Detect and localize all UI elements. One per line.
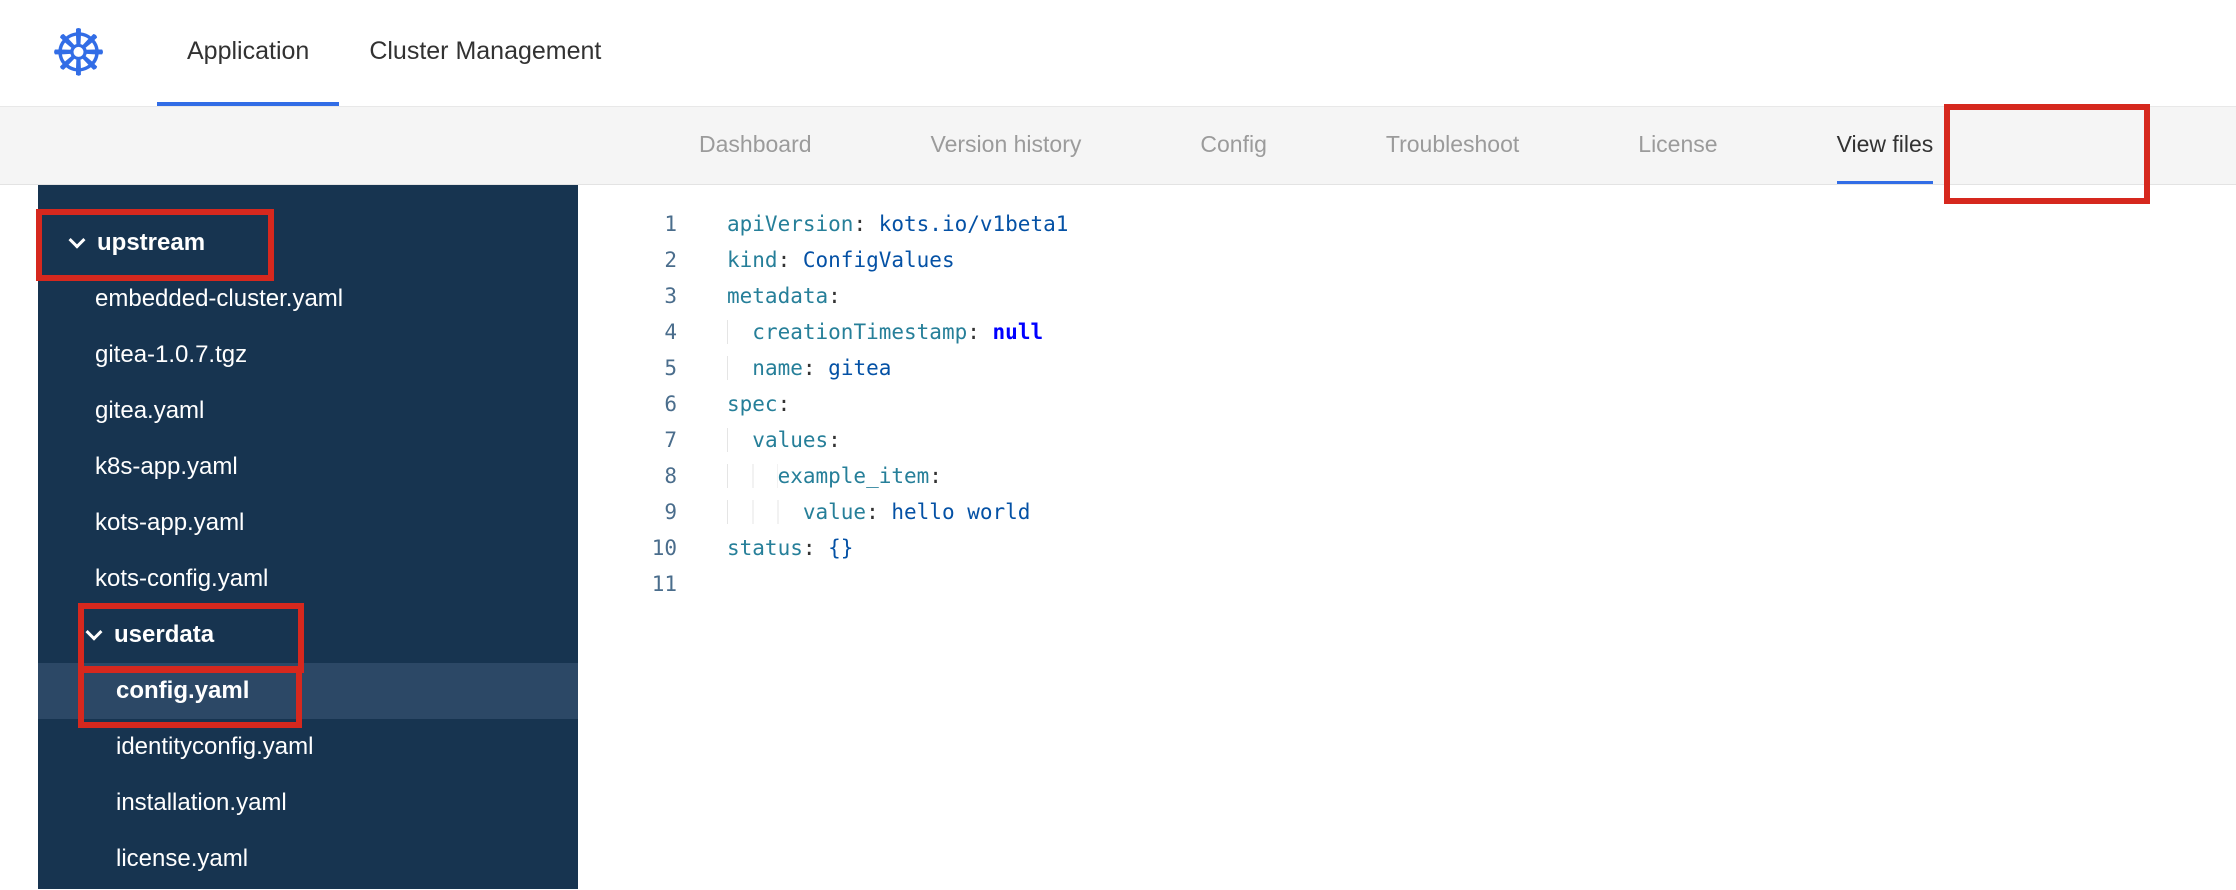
subnav-item-config[interactable]: Config <box>1200 107 1266 184</box>
code-line-1[interactable]: apiVersion: kots.io/v1beta1 <box>727 206 2236 242</box>
tree-item-gitea-1-0-7-tgz[interactable]: gitea-1.0.7.tgz <box>38 327 578 383</box>
subnav-item-troubleshoot[interactable]: Troubleshoot <box>1386 107 1519 184</box>
code-line-10[interactable]: status: {} <box>727 530 2236 566</box>
line-number: 10 <box>651 536 677 560</box>
kubernetes-logo-icon: ☸ <box>49 17 108 89</box>
tree-item-config-yaml[interactable]: config.yaml <box>38 663 578 719</box>
line-number: 4 <box>664 320 677 344</box>
tree-item-kots-config-yaml[interactable]: kots-config.yaml <box>38 551 578 607</box>
tree-item-identityconfig-yaml[interactable]: identityconfig.yaml <box>38 719 578 775</box>
tree-item-k8s-app-yaml[interactable]: k8s-app.yaml <box>38 439 578 495</box>
tree-item-embedded-cluster-yaml[interactable]: embedded-cluster.yaml <box>38 271 578 327</box>
tree-item-label: gitea-1.0.7.tgz <box>95 341 248 368</box>
tree-item-userdata[interactable]: userdata <box>38 607 578 663</box>
main-content: upstream embedded-cluster.yaml gitea-1.0.7… <box>0 185 2236 889</box>
subnav-item-dashboard[interactable]: Dashboard <box>699 107 812 184</box>
tree-item-label: upstream <box>97 229 206 256</box>
code-line-2[interactable]: kind: ConfigValues <box>727 242 2236 278</box>
code-editor[interactable]: 1 2 3 4 5 6 7 8 9 10 11 apiVersion: kots.io/v1beta… <box>578 185 2236 889</box>
code-line-6[interactable]: spec: <box>727 386 2236 422</box>
chevron-down-icon <box>68 231 86 249</box>
subnav: Dashboard Version history Config Troublesho… <box>0 107 2236 185</box>
subnav-item-view-files[interactable]: View files <box>1836 107 1934 184</box>
app-header: ☸ Application Cluster Management <box>0 0 2236 107</box>
line-number: 8 <box>664 464 677 488</box>
tree-item-kots-app-yaml[interactable]: kots-app.yaml <box>38 495 578 551</box>
file-tree: upstream embedded-cluster.yaml gitea-1.0.7… <box>38 185 578 889</box>
line-number: 7 <box>664 428 677 452</box>
primary-tabs: Application Cluster Management <box>157 0 631 106</box>
tree-item-label: userdata <box>114 621 215 648</box>
line-number: 1 <box>664 212 677 236</box>
line-number: 2 <box>664 248 677 272</box>
line-number: 3 <box>664 284 677 308</box>
code-line-9[interactable]: value: hello world <box>727 494 2236 530</box>
line-number: 11 <box>651 572 677 596</box>
chevron-down-icon <box>85 623 103 641</box>
tree-item-label: installation.yaml <box>116 789 287 816</box>
tab-cluster-management[interactable]: Cluster Management <box>339 0 631 106</box>
tree-item-installation-yaml[interactable]: installation.yaml <box>38 775 578 831</box>
tree-item-license-yaml[interactable]: license.yaml <box>38 831 578 887</box>
tree-item-label: license.yaml <box>116 845 249 872</box>
tree-item-label: k8s-app.yaml <box>95 453 238 480</box>
code-area[interactable]: apiVersion: kots.io/v1beta1 kind: ConfigV… <box>727 206 2236 889</box>
code-line-8[interactable]: example_item: <box>727 458 2236 494</box>
code-line-5[interactable]: name: gitea <box>727 350 2236 386</box>
subnav-item-version-history[interactable]: Version history <box>931 107 1082 184</box>
tree-item-label: config.yaml <box>116 677 250 704</box>
line-numbers: 1 2 3 4 5 6 7 8 9 10 11 <box>578 206 677 889</box>
line-number: 6 <box>664 392 677 416</box>
tree-item-upstream[interactable]: upstream <box>38 215 578 271</box>
code-line-7[interactable]: values: <box>727 422 2236 458</box>
code-line-3[interactable]: metadata: <box>727 278 2236 314</box>
line-number: 5 <box>664 356 677 380</box>
tree-item-label: gitea.yaml <box>95 397 205 424</box>
tree-item-gitea-yaml[interactable]: gitea.yaml <box>38 383 578 439</box>
tree-item-label: kots-app.yaml <box>95 509 245 536</box>
code-line-4[interactable]: creationTimestamp: null <box>727 314 2236 350</box>
tab-application[interactable]: Application <box>157 0 340 106</box>
line-number: 9 <box>664 500 677 524</box>
tree-item-label: kots-config.yaml <box>95 565 269 592</box>
tree-item-label: identityconfig.yaml <box>116 733 314 760</box>
tree-item-label: embedded-cluster.yaml <box>95 285 344 312</box>
code-line-11[interactable] <box>727 566 2236 602</box>
subnav-item-license[interactable]: License <box>1638 107 1717 184</box>
